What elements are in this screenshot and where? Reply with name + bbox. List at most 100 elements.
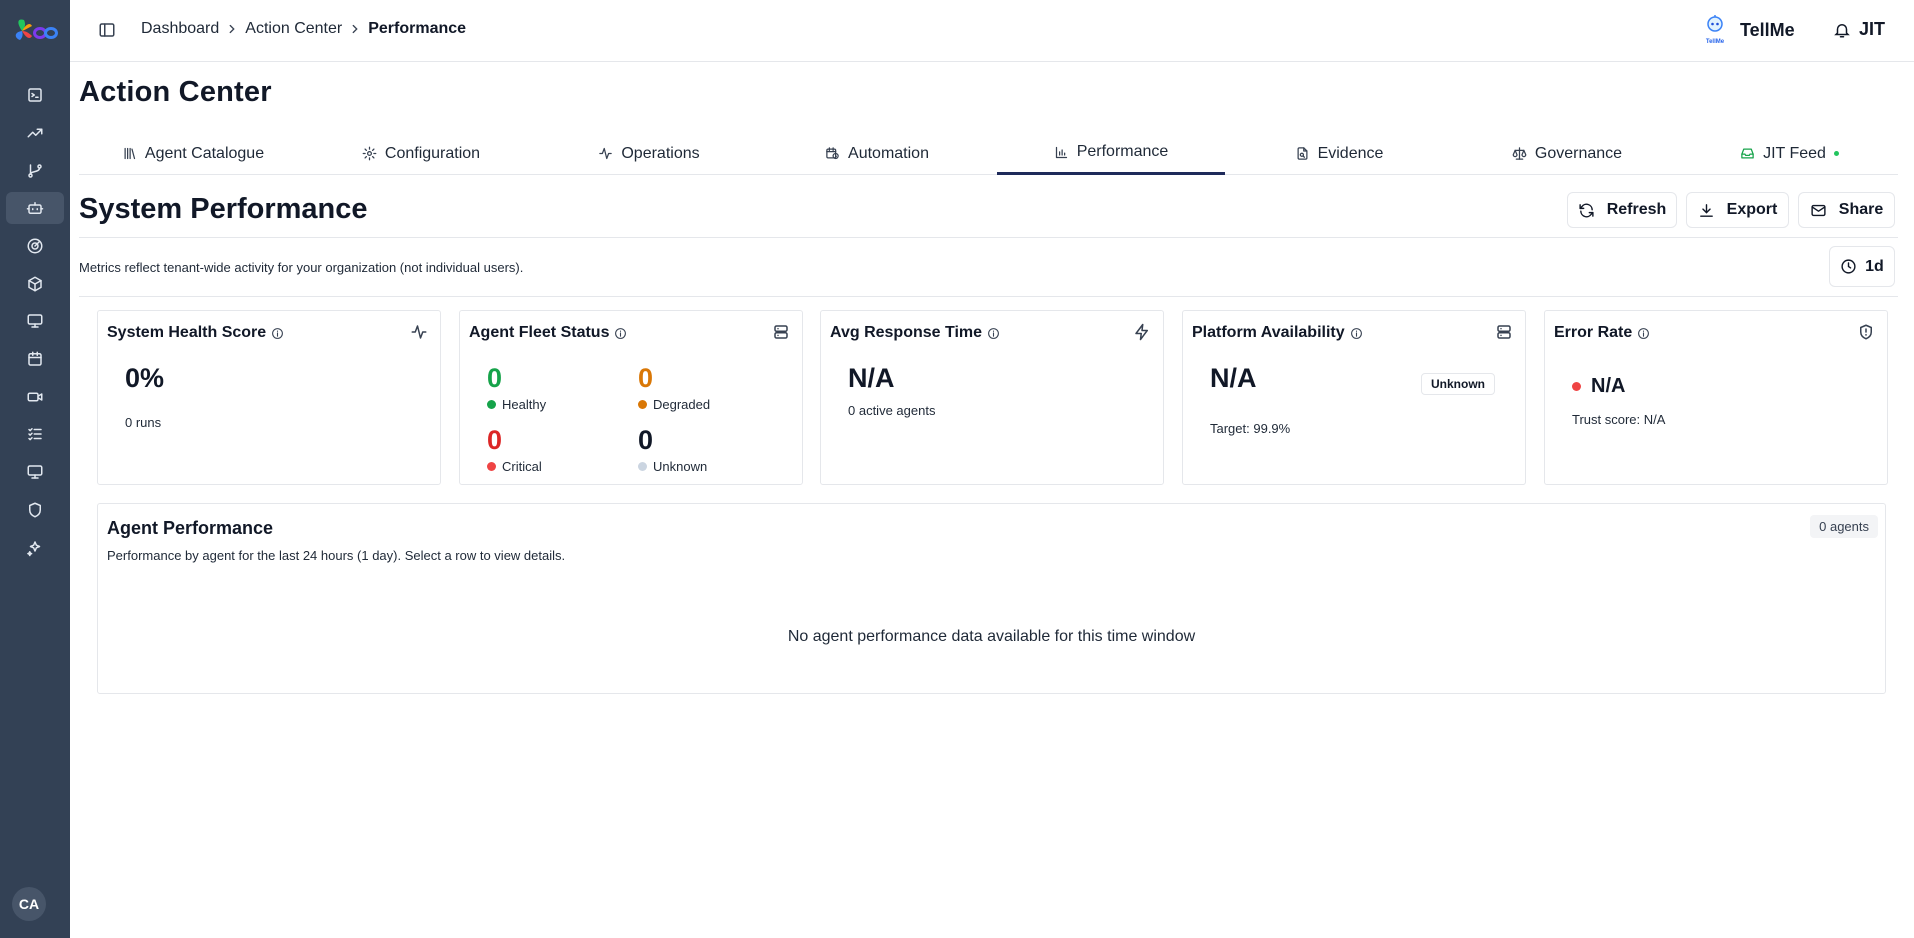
sidebar-item-packages[interactable] [6,268,64,300]
export-button[interactable]: Export [1686,192,1789,228]
fleet-healthy-label: Healthy [502,397,547,412]
card-title: System Health Score [107,324,267,341]
sidebar-item-screens[interactable] [6,456,64,488]
sidebar-toggle-icon[interactable] [98,21,116,39]
tab-jit-feed[interactable]: JIT Feed [1681,132,1898,175]
breadcrumb-dashboard[interactable]: Dashboard [141,20,219,38]
sidebar-item-dashboard[interactable] [6,79,64,111]
card-title: Agent Fleet Status [469,324,610,341]
sidebar-item-video[interactable] [6,381,64,413]
list-checks-icon [28,428,42,441]
card-title-wrap: System Health Score [107,324,284,342]
app-logo[interactable] [12,14,58,48]
jit-label: JIT [1859,19,1886,39]
tab-evidence[interactable]: Evidence [1225,132,1453,175]
sidebar-item-calendar[interactable] [6,343,64,375]
mail-icon [1811,204,1826,216]
share-button[interactable]: Share [1798,192,1895,228]
time-range-selector[interactable]: 1d [1829,246,1895,287]
fleet-healthy-count: 0 [487,363,503,393]
breadcrumb: Dashboard Action Center Performance [141,20,466,38]
monitor-icon [27,465,43,479]
sidebar-item-trends[interactable] [6,117,64,149]
trust-score: Trust score: N/A [1572,412,1666,427]
status-dot [638,400,647,409]
info-icon[interactable] [987,327,1000,340]
sidebar-item-devices[interactable] [6,305,64,337]
page-title: Action Center [79,76,272,108]
panel-title: Agent Performance [107,518,274,538]
fleet-unknown-label: Unknown [653,459,708,474]
empty-state-message: No agent performance data available for … [787,628,1196,645]
agent-performance-panel: Agent Performance Performance by agent f… [97,503,1886,694]
error-rate-value: N/A [1591,375,1626,397]
sidebar-item-monitoring[interactable] [6,230,64,262]
system-health-card[interactable]: System Health Score 0% 0 runs [97,310,441,485]
user-avatar[interactable]: CA [12,887,46,921]
calendar-clock-icon [826,147,839,160]
tab-label: Operations [621,144,700,162]
card-title: Platform Availability [1192,324,1345,341]
tab-governance[interactable]: Governance [1453,132,1681,175]
sparkles-icon [27,541,41,557]
sidebar-item-tasks[interactable] [6,418,64,450]
health-score-value: 0% [125,363,165,393]
error-rate-card[interactable]: Error Rate N/A Trust score: N/A [1544,310,1888,485]
info-icon[interactable] [614,327,627,340]
tab-operations[interactable]: Operations [535,132,763,175]
card-title-wrap: Error Rate [1554,324,1650,342]
breadcrumb-action-center[interactable]: Action Center [245,20,342,38]
monitor-icon [27,314,43,328]
tab-label: Automation [848,144,929,162]
platform-availability-card[interactable]: Platform Availability N/A Unknown Target… [1182,310,1526,485]
activity-icon [411,325,427,339]
fleet-unknown: 0 Unknown [638,425,707,474]
panel-subtitle: Performance by agent for the last 24 hou… [107,548,566,563]
tab-performance[interactable]: Performance [997,132,1225,175]
sidebar-item-security[interactable] [6,494,64,526]
tab-label: Configuration [384,144,481,162]
sidebar-item-action-center[interactable] [6,192,64,224]
tellme-robot-icon: TellMe [1706,15,1725,45]
fleet-healthy: 0 Healthy [487,363,546,412]
active-agents: 0 active agents [848,403,936,418]
tellme-button[interactable]: TellMe TellMe [1702,14,1795,46]
avg-response-card[interactable]: Avg Response Time N/A 0 active agents [820,310,1164,485]
shield-alert-icon [1860,324,1872,340]
sidebar: CA [0,0,70,938]
bell-icon [1834,23,1850,37]
breadcrumb-current: Performance [368,20,467,37]
info-icon[interactable] [1350,327,1363,340]
health-runs: 0 runs [125,415,162,430]
chevron-right-icon [352,24,358,34]
tab-automation[interactable]: Automation [763,132,991,175]
trending-up-icon [27,128,43,138]
fleet-critical: 0 Critical [487,425,542,474]
terminal-square-icon [28,88,42,102]
tab-agent-catalogue[interactable]: Agent Catalogue [79,132,307,175]
card-title-wrap: Agent Fleet Status [469,324,627,342]
tellme-icon-caption: TellMe [1706,39,1725,45]
info-icon[interactable] [1637,327,1650,340]
file-search-icon [1297,147,1308,160]
agent-fleet-card[interactable]: Agent Fleet Status 0 Healthy 0 Degraded … [459,310,803,485]
refresh-button[interactable]: Refresh [1567,192,1677,228]
card-title: Error Rate [1554,324,1633,341]
tab-label: Governance [1534,144,1623,162]
fleet-critical-label: Critical [502,459,542,474]
activity-icon [599,147,613,160]
sidebar-item-ai[interactable] [6,532,64,564]
info-icon[interactable] [271,327,284,340]
tab-configuration[interactable]: Configuration [307,132,535,175]
response-time-value: N/A [848,363,895,393]
error-rate-row: N/A [1572,375,1625,398]
refresh-icon [1579,203,1594,217]
refresh-label: Refresh [1606,201,1667,218]
status-badge: Unknown [1421,373,1495,395]
git-branch-icon [28,164,42,178]
sidebar-item-workflows[interactable] [6,155,64,187]
fleet-degraded-label: Degraded [653,397,711,412]
jit-notifications-button[interactable]: JIT [1833,19,1885,40]
metrics-note: Metrics reflect tenant-wide activity for… [79,260,524,275]
card-title-wrap: Platform Availability [1192,324,1363,342]
